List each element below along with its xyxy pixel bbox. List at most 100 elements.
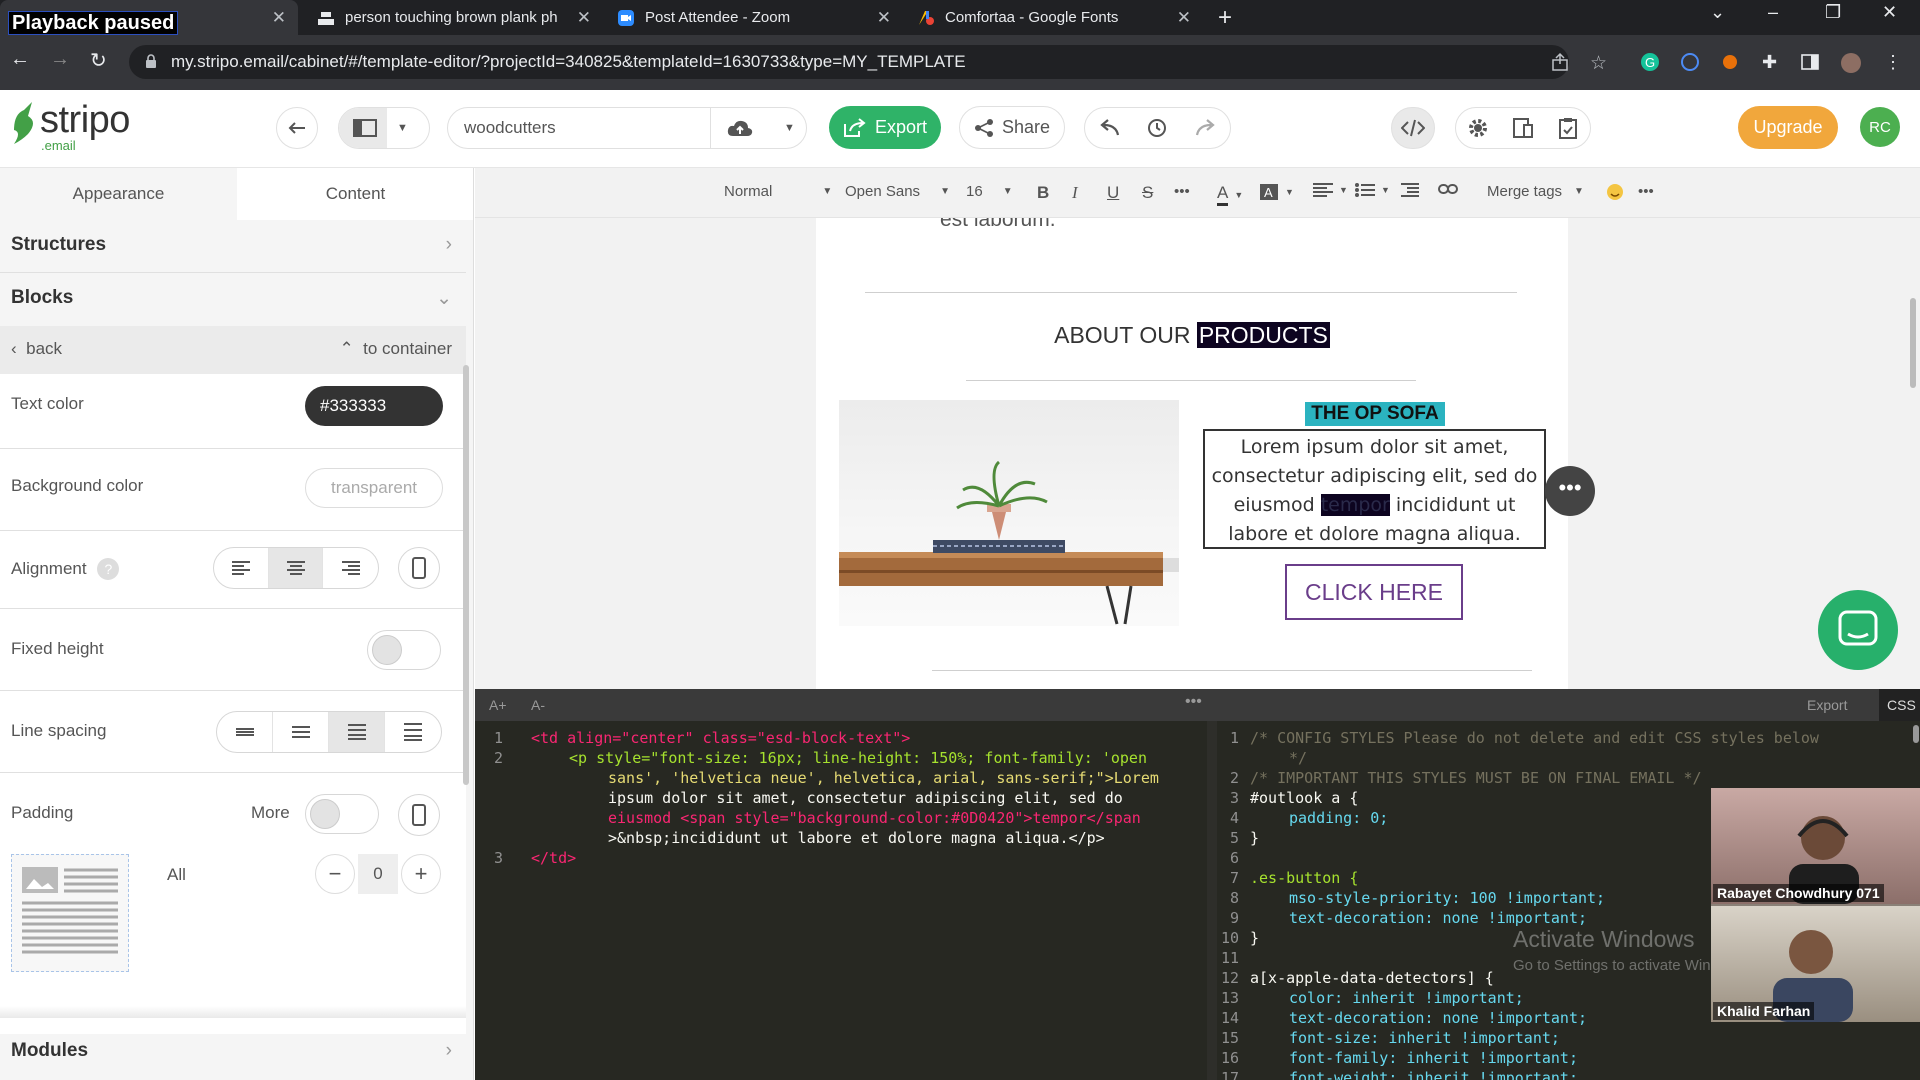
menu-kebab-icon[interactable]: ⋮ — [1884, 52, 1904, 72]
font-size-select[interactable]: 16 ▼ — [966, 183, 1013, 200]
cloud-upload-icon[interactable] — [727, 118, 753, 138]
user-avatar[interactable]: RC — [1860, 107, 1900, 147]
line-spacing-wide-icon[interactable] — [385, 712, 441, 752]
product-title[interactable]: THE OP SOFA — [1305, 402, 1445, 426]
css-toggle-button[interactable]: CSS — [1879, 689, 1920, 721]
section-heading[interactable]: ABOUT OUR PRODUCTS — [816, 322, 1568, 349]
resize-handle-icon[interactable]: ••• — [1185, 693, 1202, 711]
line-spacing-normal-icon[interactable] — [273, 712, 329, 752]
fixed-height-toggle[interactable] — [367, 630, 441, 670]
share-page-icon[interactable] — [1550, 52, 1570, 72]
blocks-section[interactable]: Blocks ⌄ — [0, 287, 466, 311]
profile-icon[interactable] — [1840, 52, 1861, 73]
device-preview-icon[interactable] — [1512, 117, 1534, 139]
back-arrow-icon[interactable]: ← — [10, 48, 30, 71]
modules-section[interactable]: Modules › — [0, 1040, 466, 1064]
italic-icon[interactable]: I — [1072, 183, 1078, 203]
align-center-icon[interactable] — [268, 548, 324, 588]
tab-google-fonts[interactable]: Comfortaa - Google Fonts ✕ — [905, 0, 1203, 35]
reload-icon[interactable]: ↻ — [90, 48, 107, 73]
tab-content[interactable]: Content — [237, 168, 473, 220]
structures-section[interactable]: Structures › — [0, 234, 466, 258]
extensions-puzzle-icon[interactable]: ✚ — [1762, 52, 1782, 72]
code-export-button[interactable]: Export — [1807, 697, 1847, 713]
back-link[interactable]: ‹ back — [11, 339, 62, 359]
highlight-color-icon[interactable]: A ▼ — [1259, 183, 1294, 201]
window-close-button[interactable]: ✕ — [1882, 2, 1897, 23]
bold-icon[interactable]: B — [1037, 183, 1049, 203]
share-button[interactable]: Share — [959, 106, 1065, 149]
indent-icon[interactable] — [1401, 183, 1419, 197]
bookmark-star-icon[interactable]: ☆ — [1590, 52, 1610, 74]
tab-zoom[interactable]: Post Attendee - Zoom ✕ — [605, 0, 903, 35]
css-scrollbar[interactable] — [1913, 725, 1919, 743]
code-editor-button[interactable] — [1391, 107, 1435, 149]
strikethrough-icon[interactable]: S — [1142, 183, 1153, 203]
template-name-field[interactable]: woodcutters ▼ — [447, 107, 807, 149]
text-color-picker[interactable]: #333333 — [305, 386, 443, 426]
upgrade-button[interactable]: Upgrade — [1738, 106, 1838, 149]
mobile-padding-button[interactable] — [398, 794, 440, 836]
minus-button[interactable]: − — [315, 854, 355, 894]
close-icon[interactable]: ✕ — [1177, 8, 1191, 28]
padding-more-toggle[interactable] — [305, 794, 379, 834]
click-here-button[interactable]: CLICK HERE — [1285, 564, 1463, 620]
new-tab-button[interactable]: + — [1218, 4, 1232, 32]
font-increase-button[interactable]: A+ — [489, 697, 507, 713]
export-button[interactable]: Export — [829, 106, 941, 149]
panel-scrollbar[interactable] — [463, 365, 469, 785]
underline-icon[interactable]: U — [1107, 183, 1119, 203]
font-family-select[interactable]: Open Sans ▼ — [845, 183, 950, 200]
extension-fox-icon[interactable] — [1720, 52, 1740, 72]
text-color-icon[interactable]: A ▼ — [1217, 183, 1243, 206]
gear-icon[interactable] — [1467, 117, 1489, 139]
text-align-icon[interactable]: ▼ — [1313, 183, 1348, 197]
code-line: text-decoration: none !important; — [1289, 1009, 1588, 1027]
paragraph-style-select[interactable]: Normal ▼ — [724, 183, 832, 200]
emoji-icon[interactable] — [1606, 183, 1624, 201]
link-icon[interactable] — [1438, 183, 1458, 195]
mobile-alignment-button[interactable] — [398, 547, 440, 589]
html-code-pane[interactable]: 1 2 3 <td align="center" class="esd-bloc… — [475, 721, 1207, 1080]
extension-icon[interactable] — [1680, 52, 1700, 72]
layout-toggle-button[interactable]: ▼ — [338, 107, 430, 149]
more-formatting-icon[interactable]: ••• — [1174, 183, 1190, 200]
background-color-picker[interactable]: transparent — [305, 468, 443, 508]
list-icon[interactable]: ▼ — [1355, 183, 1390, 197]
canvas-scrollbar[interactable] — [1910, 298, 1916, 388]
tab-search-icon[interactable]: ⌄ — [1710, 2, 1725, 23]
block-options-button[interactable]: ••• — [1545, 466, 1595, 516]
grammarly-icon[interactable]: G — [1640, 52, 1660, 72]
line-spacing-tight-icon[interactable] — [217, 712, 273, 752]
close-icon[interactable]: ✕ — [272, 8, 286, 28]
more-options-icon[interactable]: ••• — [1638, 183, 1654, 200]
forward-arrow-icon[interactable]: → — [50, 48, 70, 71]
tab-appearance[interactable]: Appearance — [0, 168, 237, 220]
close-icon[interactable]: ✕ — [577, 8, 591, 28]
font-decrease-button[interactable]: A- — [531, 697, 545, 713]
line-spacing-medium-icon[interactable] — [329, 712, 385, 752]
to-container-link[interactable]: ⌃ to container — [339, 339, 452, 359]
align-left-icon[interactable] — [214, 548, 269, 588]
tab-unsplash[interactable]: person touching brown plank ph ✕ — [305, 0, 603, 35]
align-right-icon[interactable] — [323, 548, 378, 588]
padding-value[interactable]: 0 — [358, 854, 398, 894]
product-description[interactable]: Lorem ipsum dolor sit amet, consectetur … — [1203, 429, 1546, 549]
clipboard-check-icon[interactable] — [1557, 117, 1579, 139]
redo-icon[interactable] — [1195, 119, 1217, 137]
chevron-down-icon[interactable]: ▼ — [784, 108, 795, 148]
stripo-logo[interactable]: stripo .email — [10, 100, 130, 153]
help-icon[interactable]: ? — [97, 558, 120, 580]
chat-widget-button[interactable] — [1818, 590, 1898, 670]
plus-button[interactable]: + — [401, 854, 441, 894]
merge-tags-select[interactable]: Merge tags ▼ — [1487, 183, 1584, 200]
restore-button[interactable]: ❐ — [1825, 2, 1841, 23]
undo-icon[interactable] — [1098, 119, 1120, 137]
history-icon[interactable] — [1146, 117, 1168, 139]
back-button[interactable] — [276, 107, 318, 149]
minimize-button[interactable]: – — [1768, 2, 1778, 23]
product-image[interactable] — [839, 400, 1179, 626]
url-field[interactable]: my.stripo.email/cabinet/#/template-edito… — [129, 45, 1569, 79]
close-icon[interactable]: ✕ — [877, 8, 891, 28]
side-panel-icon[interactable] — [1800, 52, 1820, 72]
